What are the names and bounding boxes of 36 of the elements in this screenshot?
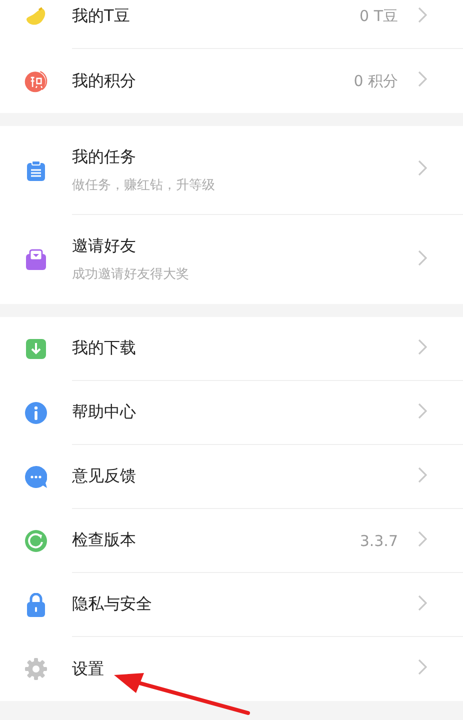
- bean-icon: [24, 7, 48, 27]
- menu-row[interactable]: 邀请好友 成功邀请好友得大奖: [0, 215, 463, 304]
- item-value: 0 T豆: [360, 7, 398, 26]
- chevron-right-icon: [418, 338, 427, 354]
- chevron-right-icon: [418, 6, 427, 22]
- item-title: 帮助中心: [72, 402, 137, 423]
- chevron-right-icon: [418, 466, 427, 482]
- item-title: 我的积分: [72, 70, 137, 92]
- item-title: 检查版本: [72, 530, 137, 551]
- item-subtitle: 成功邀请好友得大奖: [72, 266, 190, 283]
- item-title: 我的T豆: [72, 6, 131, 27]
- chevron-right-icon: [418, 659, 427, 675]
- settings-icon: [25, 658, 47, 680]
- refresh-icon: [25, 530, 47, 552]
- clipboard-icon: [26, 160, 46, 182]
- chevron-right-icon: [418, 594, 427, 610]
- item-title: 我的任务: [72, 146, 137, 168]
- menu-row[interactable]: 我的积分 0 积分: [0, 49, 463, 113]
- item-title: 邀请好友: [72, 236, 137, 257]
- info-icon: [25, 402, 47, 424]
- chat-bubble-icon: [25, 466, 47, 488]
- chevron-right-icon: [418, 160, 427, 176]
- gift-box-icon: [25, 248, 47, 270]
- item-title: 意见反馈: [72, 466, 137, 487]
- item-value: 3.3.7: [360, 532, 398, 550]
- lock-icon: [26, 593, 46, 617]
- item-value: 0 积分: [354, 72, 398, 90]
- item-title: 我的下载: [72, 338, 137, 359]
- chevron-right-icon: [418, 250, 427, 266]
- item-title: 隐私与安全: [72, 594, 153, 615]
- item-subtitle: 做任务，赚红钻，升等级: [72, 176, 216, 194]
- chevron-right-icon: [418, 71, 427, 87]
- chevron-right-icon: [418, 530, 427, 546]
- download-icon: [26, 339, 46, 359]
- chevron-right-icon: [418, 402, 427, 418]
- item-title: 设置: [72, 658, 105, 680]
